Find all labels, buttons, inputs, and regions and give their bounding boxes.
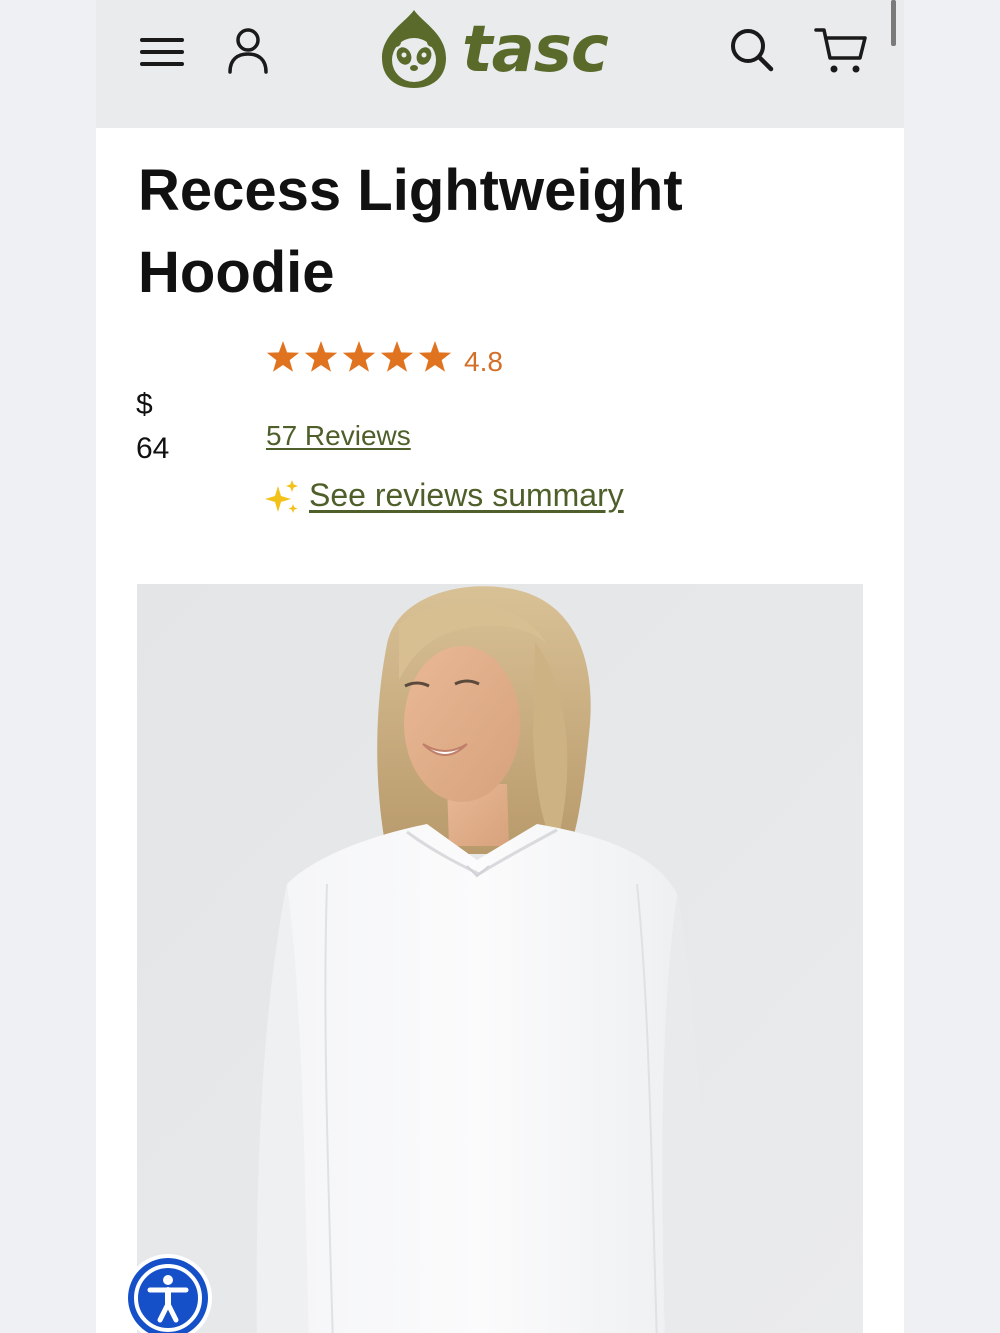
star-icon xyxy=(342,341,376,372)
star-icon xyxy=(418,341,452,372)
user-account-icon[interactable] xyxy=(226,26,270,74)
product-title: Recess Lightweight Hoodie xyxy=(138,158,683,305)
page: tasc Recess Lightweight Hoodie $ 64 4.8 … xyxy=(96,0,904,1333)
star-icon xyxy=(304,341,338,372)
reviews-summary-link[interactable]: See reviews summary xyxy=(309,477,624,514)
star-icon xyxy=(380,341,414,372)
reviews-link[interactable]: 57 Reviews xyxy=(266,420,411,452)
site-header: tasc xyxy=(96,0,904,128)
search-icon[interactable] xyxy=(728,26,776,74)
hamburger-menu-icon[interactable] xyxy=(140,30,184,70)
brand-name: tasc xyxy=(462,13,609,87)
accessibility-icon[interactable] xyxy=(122,1252,214,1333)
brand-logo[interactable]: tasc xyxy=(374,6,634,92)
sparkle-icon xyxy=(265,480,298,513)
scroll-indicator[interactable] xyxy=(891,0,896,46)
panda-logo-icon xyxy=(382,10,446,88)
price-amount: 64 xyxy=(136,432,170,465)
star-rating[interactable] xyxy=(264,338,454,378)
rating-value: 4.8 xyxy=(464,346,503,377)
price-currency: $ xyxy=(136,388,153,421)
product-image[interactable] xyxy=(137,584,863,1333)
shopping-cart-icon[interactable] xyxy=(812,24,868,76)
star-icon xyxy=(266,341,300,372)
